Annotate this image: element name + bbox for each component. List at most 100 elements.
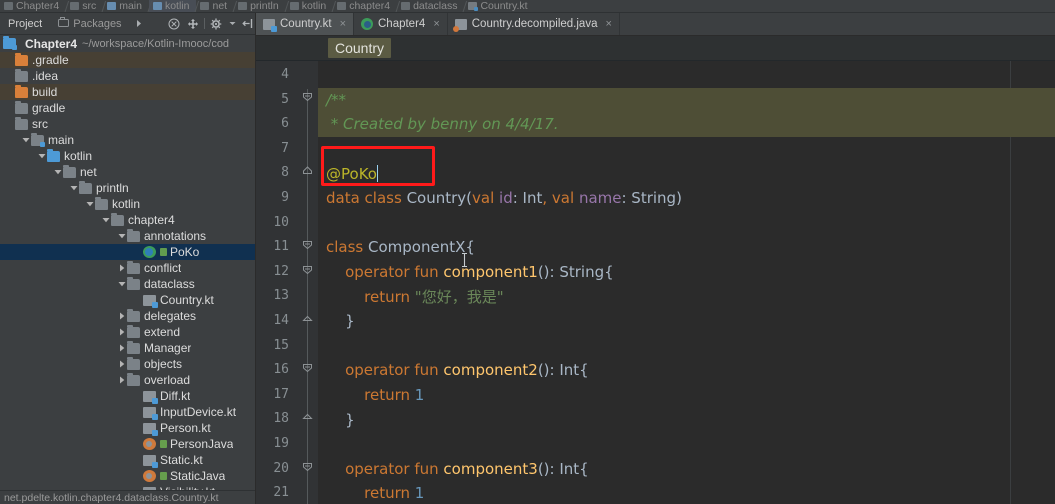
chevron-down-icon[interactable] (68, 185, 79, 191)
breadcrumb-country[interactable]: Country (328, 38, 392, 58)
nav-crumb-chapter4[interactable]: chapter4 (333, 0, 397, 12)
tree-item-objects[interactable]: objects (0, 356, 255, 372)
chevron-down-icon[interactable] (36, 153, 47, 159)
tree-item-inputdevice-kt[interactable]: InputDevice.kt (0, 404, 255, 420)
tree-item-personjava[interactable]: PersonJava (0, 436, 255, 452)
tree-item--idea[interactable]: .idea (0, 68, 255, 84)
fold-marker-end2[interactable] (300, 409, 314, 423)
project-root-row[interactable]: Chapter4 ~/workspace/Kotlin-Imooc/cod (0, 35, 255, 52)
code-line-14[interactable]: } (318, 309, 1055, 334)
code-line-9[interactable]: data class Country(val id: Int, val name… (318, 186, 1055, 211)
chevron-down-icon[interactable] (116, 233, 127, 239)
chevron-down-icon[interactable] (100, 217, 111, 223)
collapse-circle-icon[interactable] (166, 16, 181, 32)
fold-marker-componentx[interactable] (300, 237, 314, 251)
chevron-right-icon[interactable] (132, 16, 147, 32)
chevron-right-icon[interactable] (116, 344, 127, 352)
tree-item-kotlin[interactable]: kotlin (0, 196, 255, 212)
code-line-18[interactable]: } (318, 407, 1055, 432)
code-line-16[interactable]: operator fun component2 (): Int{ (318, 358, 1055, 383)
project-tree[interactable]: .gradle .idea build gradle src main kotlin net p… (0, 52, 255, 490)
tree-item-kotlin[interactable]: kotlin (0, 148, 255, 164)
close-icon[interactable]: × (433, 18, 439, 30)
editor-tab-country-decompiled-java[interactable]: Country.decompiled.java × (448, 13, 620, 35)
tool-tab-packages[interactable]: Packages (52, 13, 127, 34)
code-line-17[interactable]: return 1 (318, 383, 1055, 408)
code-line-6[interactable]: * Created by benny on 4/4/17. (318, 112, 1055, 137)
code-area[interactable]: 4 5 6 7 8 9 10 11 12 13 14 15 16 17 18 19 20 21 (256, 61, 1055, 504)
gear-icon[interactable] (209, 16, 224, 32)
tree-item-person-kt[interactable]: Person.kt (0, 420, 255, 436)
tree-item-println[interactable]: println (0, 180, 255, 196)
editor-tab-bar[interactable]: Country.kt × Chapter4 × Country.decompiled.j… (256, 13, 1055, 36)
chevron-right-icon[interactable] (116, 376, 127, 384)
tree-item-build[interactable]: build (0, 84, 255, 100)
expand-cross-icon[interactable] (185, 16, 200, 32)
chevron-right-icon[interactable] (116, 360, 127, 368)
tree-item-visibility-kt[interactable]: Visibility.kt (0, 484, 255, 490)
tool-tab-project[interactable]: Project (2, 13, 48, 34)
close-icon[interactable]: × (340, 18, 346, 30)
tree-item-extend[interactable]: extend (0, 324, 255, 340)
nav-crumb-main[interactable]: main (103, 0, 149, 12)
tree-item-chapter4[interactable]: chapter4 (0, 212, 255, 228)
chevron-down-icon[interactable] (20, 137, 31, 143)
code-line-21[interactable]: return 1 (318, 481, 1055, 504)
editor-tab-country-kt[interactable]: Country.kt × (256, 13, 354, 35)
code-line-13[interactable]: return "您好，我是" (318, 284, 1055, 309)
chevron-down-icon[interactable] (84, 201, 95, 207)
tree-item-staticjava[interactable]: StaticJava (0, 468, 255, 484)
tree-item-diff-kt[interactable]: Diff.kt (0, 388, 255, 404)
nav-crumb-kotlin[interactable]: kotlin (286, 0, 334, 12)
tree-item-poko[interactable]: PoKo (0, 244, 255, 260)
chevron-down-icon[interactable] (52, 169, 63, 175)
fold-marker-end1[interactable] (300, 311, 314, 325)
tree-item-conflict[interactable]: conflict (0, 260, 255, 276)
fold-marker-component1[interactable] (300, 262, 314, 276)
tree-item-main[interactable]: main (0, 132, 255, 148)
code-line-11[interactable]: class ComponentX{ (318, 235, 1055, 260)
nav-crumb-println[interactable]: println (234, 0, 286, 12)
tree-item-src[interactable]: src (0, 116, 255, 132)
code-text[interactable]: /** * Created by benny on 4/4/17. @PoKo da… (318, 61, 1055, 504)
editor-tab-chapter4[interactable]: Chapter4 × (354, 13, 448, 35)
tree-item-annotations[interactable]: annotations (0, 228, 255, 244)
code-line-7[interactable] (318, 137, 1055, 162)
tree-item-static-kt[interactable]: Static.kt (0, 452, 255, 468)
code-folding-gutter[interactable] (296, 61, 318, 504)
fold-marker-component3[interactable] (300, 459, 314, 473)
code-line-8[interactable]: @PoKo (318, 161, 1055, 186)
code-line-19[interactable] (318, 432, 1055, 457)
code-line-12[interactable]: operator fun component1 (): String{ (318, 260, 1055, 285)
nav-crumb-net[interactable]: net (196, 0, 234, 12)
nav-crumb-kotlin[interactable]: kotlin (148, 0, 197, 12)
chevron-right-icon[interactable] (116, 264, 127, 272)
tree-item-dataclass[interactable]: dataclass (0, 276, 255, 292)
close-icon[interactable]: × (605, 18, 611, 30)
fold-marker-doc[interactable] (300, 89, 314, 103)
chevron-down-icon[interactable] (116, 281, 127, 287)
nav-crumb-chapter4[interactable]: Chapter4 (0, 0, 66, 12)
fold-marker-class[interactable] (300, 163, 314, 177)
nav-crumb-src[interactable]: src (66, 0, 103, 12)
tree-item-country-kt[interactable]: Country.kt (0, 292, 255, 308)
tree-item-overload[interactable]: overload (0, 372, 255, 388)
code-line-10[interactable] (318, 211, 1055, 236)
tree-item-net[interactable]: net (0, 164, 255, 180)
code-line-5[interactable]: /** (318, 87, 1055, 113)
chevron-down-icon[interactable] (228, 16, 236, 32)
chevron-right-icon[interactable] (116, 328, 127, 336)
tree-item--gradle[interactable]: .gradle (0, 52, 255, 68)
tree-item-gradle[interactable]: gradle (0, 100, 255, 116)
fold-marker-component2[interactable] (300, 360, 314, 374)
tree-item-manager[interactable]: Manager (0, 340, 255, 356)
nav-crumb-dataclass[interactable]: dataclass (397, 0, 464, 12)
nav-crumb-country-kt[interactable]: Country.kt (464, 0, 534, 12)
hide-left-icon[interactable] (240, 16, 255, 32)
tree-item-delegates[interactable]: delegates (0, 308, 255, 324)
code-line-4[interactable] (318, 63, 1055, 88)
chevron-right-icon[interactable] (116, 312, 127, 320)
navigation-bar[interactable]: Chapter4 src main kotlin net println kotlin cha… (0, 0, 1055, 13)
code-line-20[interactable]: operator fun component3 (): Int{ (318, 457, 1055, 482)
code-line-15[interactable] (318, 334, 1055, 359)
